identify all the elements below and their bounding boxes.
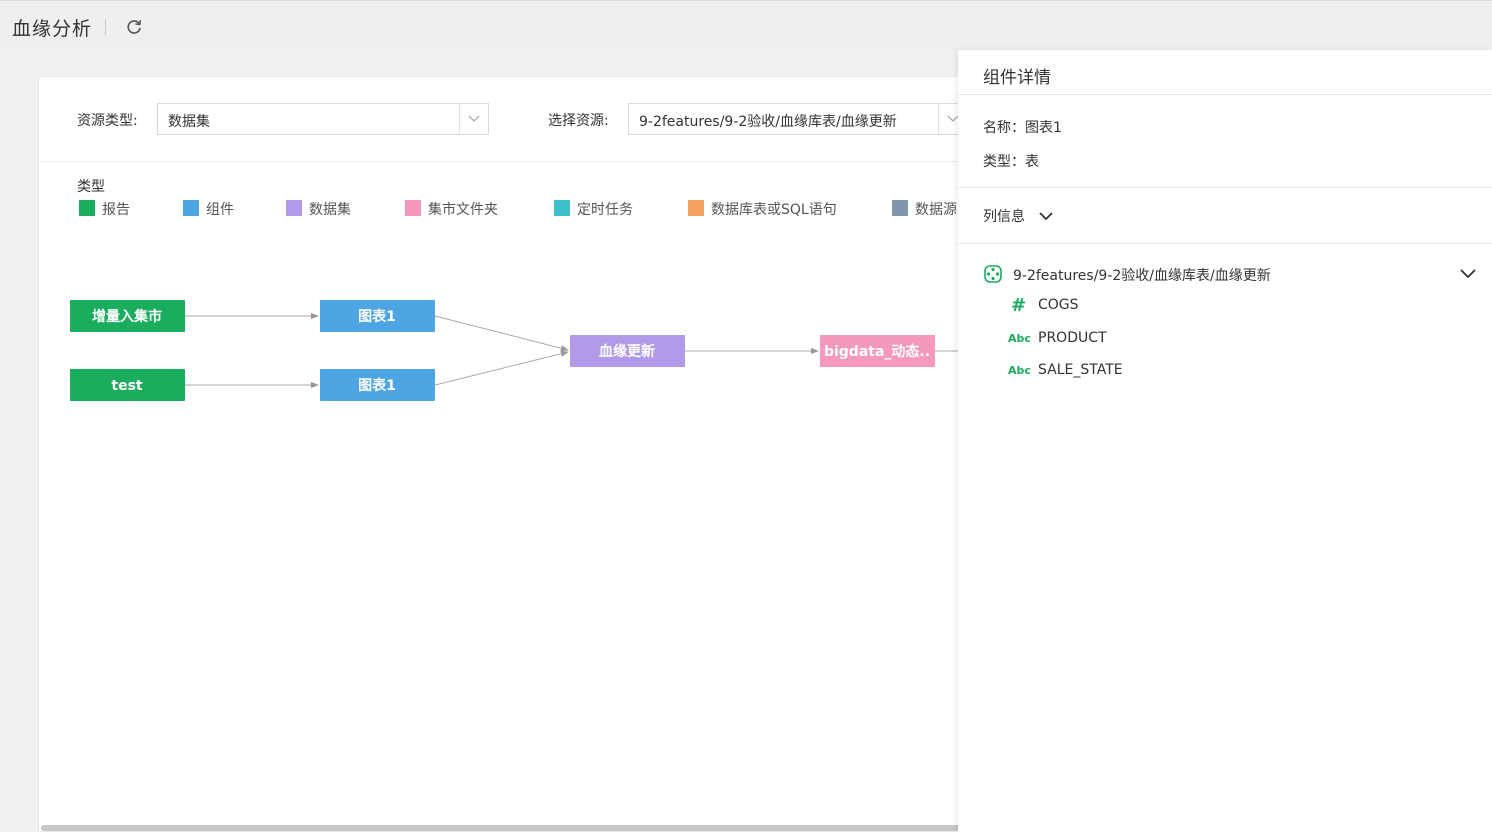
title-separator: [105, 19, 106, 35]
number-type-icon: #: [1011, 295, 1027, 316]
graph-node-lineage-update[interactable]: 血缘更新: [570, 335, 685, 367]
lineage-graph: 增量入集市 test 图表1 图表1 血缘更新 bigdata_动态..: [70, 300, 997, 401]
divider: [958, 94, 1492, 95]
horizontal-scrollbar[interactable]: [41, 825, 981, 831]
divider: [958, 187, 1492, 188]
detail-name: 名称：图表1: [983, 120, 1062, 136]
dataset-path: 9-2features/9-2验收/血缘库表/血缘更新: [1013, 268, 1271, 284]
lineage-main-panel: 资源类型: 数据集 选择资源: 9-2features/9-2验收/血缘库表/血…: [38, 76, 998, 832]
dataset-icon: [984, 265, 1002, 283]
node-label: 图表1: [358, 308, 396, 325]
graph-node-incremental-mart[interactable]: 增量入集市: [70, 300, 185, 332]
page-title: 血缘分析: [12, 18, 93, 40]
column-name: COGS: [1038, 297, 1079, 313]
top-bar: 血缘分析: [0, 0, 1492, 50]
component-detail-panel: 组件详情 名称：图表1 类型：表 列信息 9-2features/9-2验收/血…: [958, 50, 1492, 832]
column-info-toggle[interactable]: 列信息: [983, 206, 1025, 226]
node-label: test: [111, 378, 143, 394]
string-type-icon: Abc: [1008, 332, 1031, 345]
string-type-icon: Abc: [1008, 364, 1031, 377]
detail-type: 类型：表: [983, 154, 1039, 170]
graph-node-test[interactable]: test: [70, 369, 185, 401]
graph-node-bigdata[interactable]: bigdata_动态..: [820, 335, 935, 367]
column-name: SALE_STATE: [1038, 362, 1123, 378]
refresh-icon[interactable]: [124, 17, 144, 37]
graph-node-chart1-bottom[interactable]: 图表1: [320, 369, 435, 401]
chevron-down-icon[interactable]: [1038, 210, 1054, 222]
graph-edge: [434, 315, 569, 352]
graph-node-chart1-top[interactable]: 图表1: [320, 300, 435, 332]
column-name: PRODUCT: [1038, 330, 1107, 346]
graph-edge: [434, 350, 569, 386]
detail-title: 组件详情: [983, 68, 1051, 88]
divider: [958, 243, 1492, 244]
node-label: bigdata_动态..: [824, 343, 930, 360]
chevron-down-icon[interactable]: [1459, 268, 1477, 280]
node-label: 图表1: [358, 377, 396, 394]
node-label: 增量入集市: [92, 308, 162, 325]
node-label: 血缘更新: [599, 343, 655, 360]
